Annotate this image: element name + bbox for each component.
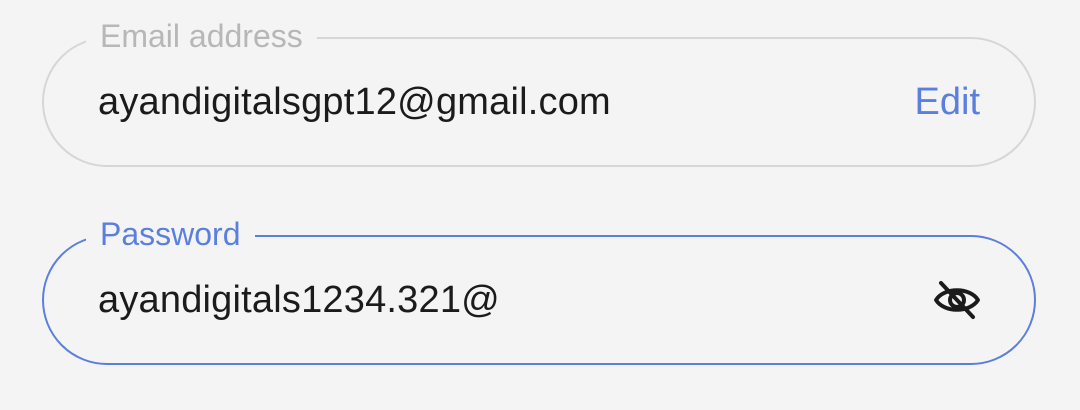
email-field[interactable]: Email address ayandigitalsgpt12@gmail.co…	[42, 16, 1036, 167]
edit-email-button[interactable]: Edit	[915, 39, 980, 165]
email-value: ayandigitalsgpt12@gmail.com	[98, 81, 611, 123]
password-field[interactable]: Password ayandigitals1234.321@	[42, 214, 1036, 365]
login-form: Email address ayandigitalsgpt12@gmail.co…	[0, 0, 1080, 410]
eye-slash-icon[interactable]	[932, 280, 982, 320]
password-value[interactable]: ayandigitals1234.321@	[98, 237, 500, 363]
